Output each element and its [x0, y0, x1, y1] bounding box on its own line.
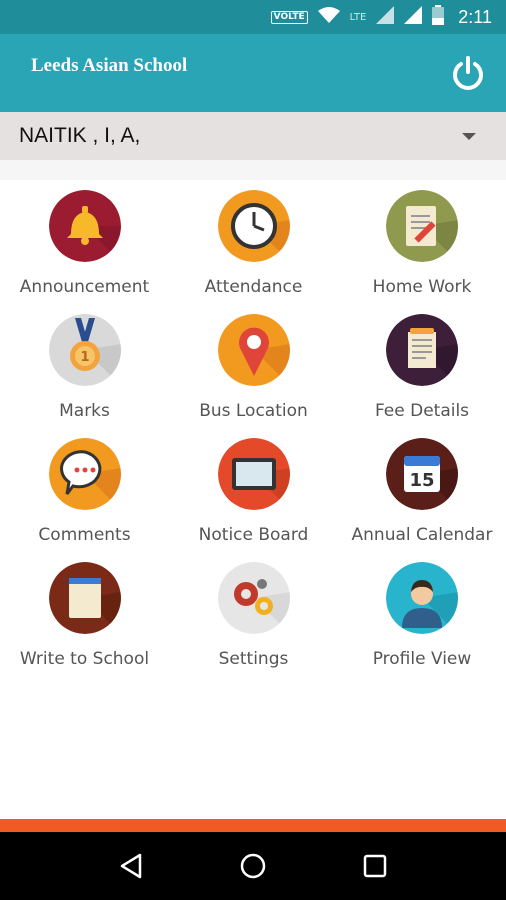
calendar-day: 15: [409, 470, 434, 491]
student-selector-value: NAITIK , I, A,: [19, 124, 141, 147]
menu-item-notice-board[interactable]: Notice Board: [169, 438, 338, 545]
network-type: LTE: [349, 11, 367, 23]
menu-item-announcement[interactable]: Announcement: [0, 190, 169, 297]
menu-label: Write to School: [19, 649, 150, 669]
menu-label: Fee Details: [374, 401, 470, 421]
menu-item-comments[interactable]: Comments: [0, 438, 169, 545]
menu-item-home-work[interactable]: Home Work: [338, 190, 506, 297]
menu-label: Notice Board: [198, 525, 309, 545]
power-button[interactable]: [448, 53, 488, 93]
menu-item-fee-details[interactable]: Fee Details: [338, 314, 506, 421]
volte-badge: VOLTE: [270, 10, 308, 24]
menu-label: Home Work: [372, 277, 472, 297]
recents-icon: [363, 854, 387, 878]
back-button[interactable]: [111, 846, 151, 886]
app-title: Leeds Asian School: [31, 55, 188, 76]
menu-item-settings[interactable]: Settings: [169, 562, 338, 669]
gears-icon: [217, 562, 290, 634]
recents-button[interactable]: [355, 846, 395, 886]
note-icon: [48, 562, 121, 634]
menu-label: Comments: [38, 525, 131, 545]
user-icon: [386, 562, 458, 634]
home-icon: [240, 853, 266, 879]
accent-bar: [0, 819, 506, 832]
power-icon: [453, 56, 483, 90]
dropdown-arrow-icon: [462, 132, 476, 140]
back-icon: [120, 853, 142, 879]
menu-item-annual-calendar[interactable]: 15 Annual Calendar: [338, 438, 506, 545]
menu-grid: Announcement Attendance Home Work 1 Mark…: [0, 190, 506, 669]
notepad-pencil-icon: [386, 190, 458, 262]
signal-icon: [376, 6, 395, 28]
menu-label: Annual Calendar: [351, 525, 493, 545]
menu-label: Announcement: [19, 277, 150, 297]
divider-strip: [0, 160, 506, 180]
menu-label: Settings: [218, 649, 289, 669]
clock-icon: [217, 190, 290, 262]
home-button[interactable]: [233, 846, 273, 886]
location-pin-icon: [217, 314, 290, 386]
svg-text:1: 1: [80, 350, 89, 365]
clock-time: 2:11: [458, 6, 492, 27]
menu-item-bus-location[interactable]: Bus Location: [169, 314, 338, 421]
menu-label: Bus Location: [199, 401, 308, 421]
medal-icon: 1: [48, 314, 121, 386]
menu-item-write-to-school[interactable]: Write to School: [0, 562, 169, 669]
receipt-icon: [386, 314, 458, 386]
student-selector[interactable]: NAITIK , I, A,: [0, 112, 506, 160]
chat-bubble-icon: [48, 438, 121, 510]
bell-icon: [48, 190, 121, 262]
status-bar: VOLTE LTE 2:11: [0, 0, 506, 34]
menu-item-marks[interactable]: 1 Marks: [0, 314, 169, 421]
menu-label: Marks: [59, 401, 110, 421]
wifi-icon: [317, 7, 340, 27]
menu-label: Attendance: [204, 277, 303, 297]
menu-item-profile-view[interactable]: Profile View: [338, 562, 506, 669]
menu-label: Profile View: [372, 649, 472, 669]
calendar-icon: 15: [386, 438, 458, 510]
menu-item-attendance[interactable]: Attendance: [169, 190, 338, 297]
system-nav-bar: [0, 832, 506, 900]
board-icon: [217, 438, 290, 510]
signal-icon-2: [404, 6, 423, 28]
app-bar: Leeds Asian School: [0, 34, 506, 112]
battery-icon: [432, 5, 445, 29]
